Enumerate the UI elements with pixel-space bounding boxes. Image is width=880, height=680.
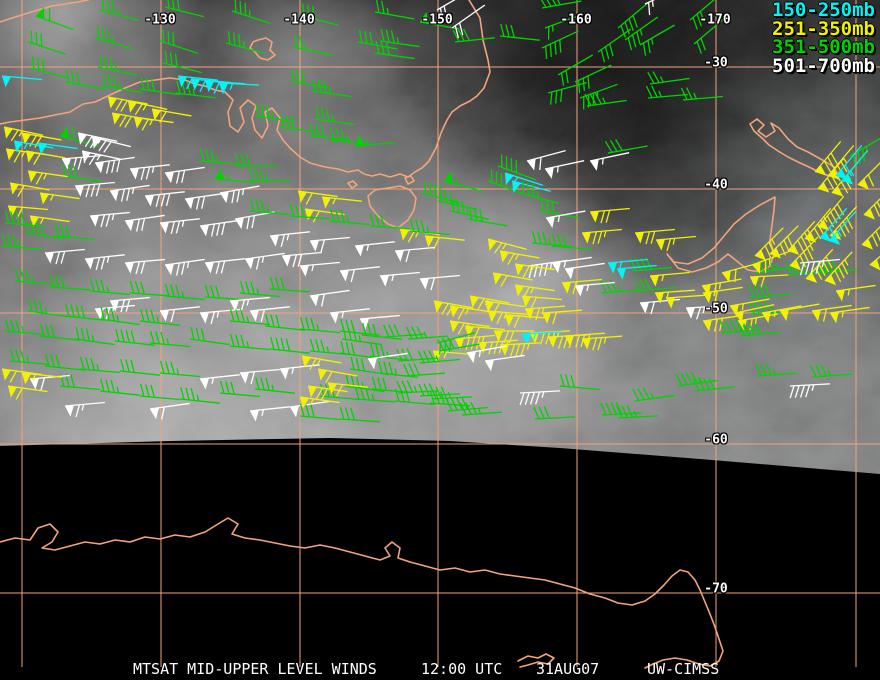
map-canvas: [0, 0, 880, 680]
longitude-label: -150: [421, 12, 453, 28]
latitude-label: -70: [704, 581, 728, 597]
caption-credit: UW-CIMSS: [647, 660, 720, 678]
caption-product-title: MTSAT MID-UPPER LEVEL WINDS: [133, 660, 377, 678]
water-vapor-imagery: [0, 0, 880, 474]
longitude-label: -160: [560, 12, 592, 28]
satellite-wind-map: -130 -140 -150 -160 -170 -30 -40 -50 -60 -70 150-…: [0, 0, 880, 680]
latitude-label: -40: [704, 177, 728, 193]
latitude-label: -30: [704, 55, 728, 71]
latitude-label: -50: [704, 301, 728, 317]
caption-date: 31AUG07: [536, 660, 600, 678]
longitude-label: -170: [699, 12, 731, 28]
latitude-label: -60: [704, 432, 728, 448]
legend-item: 351-500mb: [772, 36, 875, 58]
longitude-label: -140: [283, 12, 315, 28]
longitude-label: -130: [144, 12, 176, 28]
caption-time: 12:00 UTC: [421, 660, 503, 678]
pressure-level-legend: 150-250mb 251-350mb 351-500mb 501-700mb: [772, 1, 875, 75]
legend-item: 150-250mb: [772, 0, 875, 21]
legend-item: 501-700mb: [772, 54, 875, 77]
